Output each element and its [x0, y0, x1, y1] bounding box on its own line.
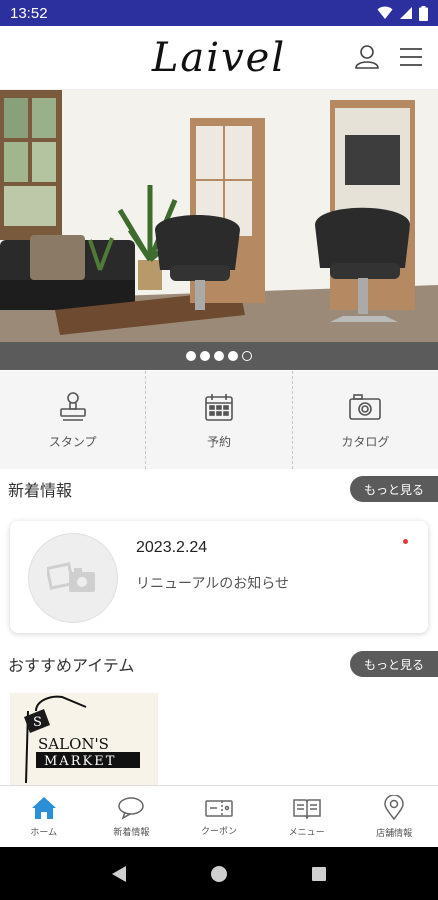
carousel-dot[interactable] — [186, 351, 196, 361]
home-icon — [31, 796, 56, 819]
status-icons — [377, 5, 428, 21]
news-section-header: 新着情報 もっと見る — [0, 474, 438, 504]
chat-bubble-icon — [118, 796, 145, 820]
nav-menu[interactable]: メニュー — [263, 786, 351, 847]
nav-coupon[interactable]: クーポン — [175, 786, 263, 847]
app-logo: Laivel — [151, 34, 287, 81]
news-date: 2023.2.24 — [136, 539, 208, 556]
status-time: 13:52 — [10, 4, 48, 22]
carousel-dot[interactable] — [214, 351, 224, 361]
photo-placeholder-icon — [47, 562, 95, 592]
nav-label: クーポン — [200, 826, 237, 837]
carousel-indicator — [0, 342, 438, 370]
logo-text-market: MARKET — [44, 754, 116, 769]
carousel-dot[interactable] — [200, 351, 210, 361]
salons-market-logo: S SALON'S MARKET — [24, 695, 140, 784]
nav-store-info[interactable]: 店舗情報 — [350, 786, 438, 847]
recommended-section-title: おすすめアイテム — [8, 656, 135, 675]
news-more-button[interactable]: もっと見る — [350, 476, 438, 502]
hero-carousel[interactable] — [0, 90, 438, 342]
status-bar: 13:52 — [0, 0, 438, 26]
carousel-dot[interactable] — [242, 351, 252, 361]
location-pin-icon — [384, 794, 404, 820]
home-circle-icon[interactable] — [209, 864, 229, 884]
book-icon — [292, 798, 321, 820]
quick-item-reservation[interactable]: 予約 — [146, 371, 293, 469]
recommended-more-button[interactable]: もっと見る — [350, 651, 438, 677]
recommended-section-header: おすすめアイテム もっと見る — [0, 649, 438, 679]
camera-icon — [349, 393, 382, 420]
nav-label: 新着情報 — [113, 827, 150, 838]
news-section-title: 新着情報 — [8, 481, 73, 500]
unread-indicator — [403, 539, 408, 544]
coupon-icon — [205, 799, 233, 817]
system-navigation-bar — [0, 847, 438, 900]
back-icon[interactable] — [110, 864, 128, 884]
nav-label: メニュー — [288, 827, 325, 838]
recents-icon[interactable] — [310, 865, 328, 883]
bottom-navigation: ホーム 新着情報 クーポン メニュー 店舗情報 — [0, 785, 438, 847]
nav-label: ホーム — [30, 827, 58, 838]
logo-letter: S — [33, 715, 42, 730]
news-headline: リニューアルのお知らせ — [136, 576, 290, 592]
wifi-icon — [377, 6, 393, 19]
hamburger-menu-icon[interactable] — [398, 44, 424, 70]
battery-icon — [419, 5, 428, 21]
quick-item-label: スタンプ — [48, 434, 97, 449]
quick-item-stamp[interactable]: スタンプ — [0, 371, 147, 469]
logo-text-salons: SALON'S — [38, 735, 109, 753]
stamp-icon — [59, 391, 86, 421]
app-header: Laivel — [0, 26, 438, 90]
recommended-item-card[interactable]: S SALON'S MARKET — [10, 693, 158, 785]
news-card[interactable]: 2023.2.24 リニューアルのお知らせ — [10, 521, 428, 633]
calendar-icon — [205, 393, 233, 421]
nav-home[interactable]: ホーム — [0, 786, 88, 847]
quick-item-catalog[interactable]: カタログ — [293, 371, 438, 469]
nav-label: 店舗情報 — [376, 828, 413, 839]
salon-interior-image — [0, 90, 438, 342]
user-icon[interactable] — [354, 44, 380, 70]
news-thumbnail — [28, 533, 118, 623]
quick-menu: スタンプ 予約 カタログ — [0, 371, 438, 469]
nav-news[interactable]: 新着情報 — [88, 786, 176, 847]
quick-item-label: カタログ — [341, 434, 390, 449]
carousel-dot[interactable] — [228, 351, 238, 361]
signal-icon — [400, 7, 412, 19]
quick-item-label: 予約 — [206, 434, 231, 449]
